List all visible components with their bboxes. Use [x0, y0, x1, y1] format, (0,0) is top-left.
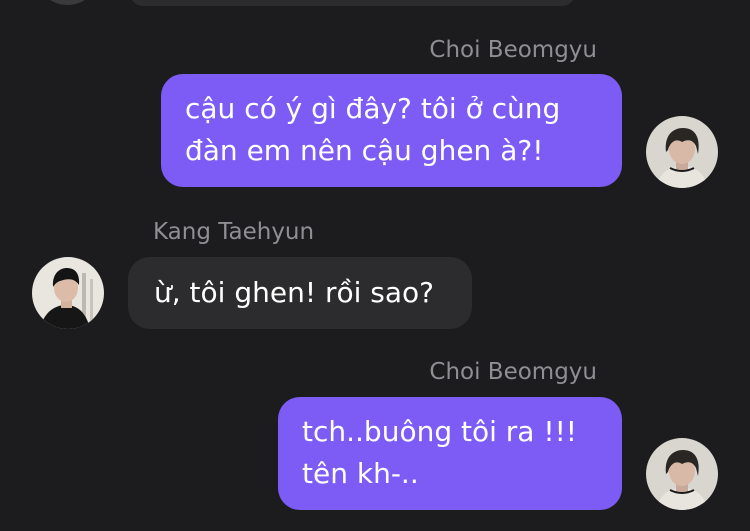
message-text: đàn em nên cậu ghen à?! [185, 134, 544, 167]
message-text: cậu có ý gì đây? tôi ở cùng [185, 92, 561, 125]
profile-photo-icon [646, 116, 718, 188]
message-text: ừ, tôi ghen! rồi sao? [154, 276, 435, 309]
avatar[interactable] [646, 116, 718, 188]
profile-photo-icon [32, 257, 104, 329]
avatar[interactable] [646, 438, 718, 510]
message-bubble-incoming[interactable]: ừ, tôi ghen! rồi sao? [128, 257, 472, 329]
sender-name: Choi Beomgyu [429, 37, 597, 63]
message-text: tên kh-.. [302, 457, 419, 490]
message-text: tch..buông tôi ra !!! [302, 415, 578, 448]
message-bubble-outgoing[interactable]: cậu có ý gì đây? tôi ở cùng đàn em nên c… [161, 74, 622, 187]
previous-message-bubble[interactable] [130, 0, 575, 6]
profile-photo-icon [646, 438, 718, 510]
previous-message-avatar[interactable] [40, 0, 95, 5]
message-bubble-outgoing[interactable]: tch..buông tôi ra !!! tên kh-.. [278, 397, 622, 510]
avatar[interactable] [32, 257, 104, 329]
chat-thread: Choi Beomgyu cậu có ý gì đây? tôi ở cùng… [0, 0, 750, 531]
sender-name: Kang Taehyun [153, 219, 315, 245]
sender-name: Choi Beomgyu [429, 359, 597, 385]
